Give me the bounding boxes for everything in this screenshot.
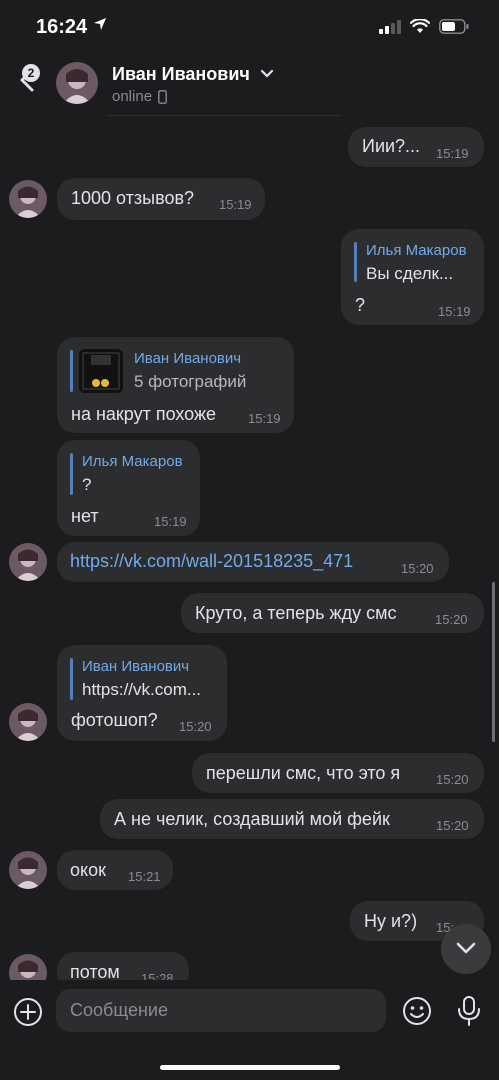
outgoing-message[interactable]: Круто, а теперь жду смс 15:20 (181, 593, 484, 633)
reply-bar (70, 453, 73, 495)
incoming-message[interactable]: 1000 отзывов? 15:19 (57, 178, 265, 220)
scrollbar[interactable] (492, 582, 495, 742)
incoming-message[interactable]: Илья Макаров ? нет 15:19 (57, 440, 200, 536)
message-text: перешли смс, что это я (206, 763, 401, 783)
reply-author: Илья Макаров (82, 453, 183, 470)
reply-text: 5 фотографий (134, 372, 247, 391)
message-time: 15:19 (219, 197, 252, 212)
reply-author: Илья Макаров (366, 242, 467, 259)
status-bar: 16:24 (0, 0, 499, 56)
message-text: нет (71, 506, 99, 526)
message-text: Круто, а теперь жду смс (195, 603, 397, 623)
message-input[interactable] (56, 989, 386, 1032)
message-text: Ну и?) (364, 911, 418, 931)
message-text: потом (70, 962, 120, 980)
home-indicator (160, 1065, 340, 1070)
avatar[interactable] (9, 543, 47, 581)
phone-icon (158, 90, 167, 104)
chevron-down-icon (456, 942, 476, 954)
avatar[interactable] (9, 954, 47, 980)
message-text: на накрут похоже (71, 404, 217, 424)
reply-author: Иван Иванович (82, 658, 190, 675)
incoming-message[interactable]: Иван Иванович 5 фотографий на накрут пох… (57, 337, 294, 433)
wifi-icon (410, 19, 430, 33)
message-clip: потом 15:28 (0, 940, 499, 980)
incoming-message[interactable]: Иван Иванович https://vk.com... фотошоп?… (57, 645, 227, 741)
outgoing-message[interactable]: Иии?... 15:19 (348, 127, 484, 167)
message-text: Иии?... (362, 136, 421, 156)
incoming-message[interactable]: потом 15:28 (57, 952, 189, 980)
reply-bar (354, 242, 357, 282)
message-time: 15:20 (401, 561, 434, 576)
unread-badge: 2 (22, 64, 40, 82)
chevron-down-icon[interactable] (260, 66, 274, 80)
message-time: 15:19 (438, 304, 471, 319)
message-text: А не челик, создавший мой фейк (114, 809, 390, 829)
message-time: 15:20 (436, 772, 469, 787)
contact-status: online (112, 88, 153, 105)
scroll-down-button[interactable] (441, 924, 491, 974)
message-time: 15:28 (141, 971, 174, 980)
reply-text: Вы сделк... (366, 264, 454, 283)
message-text: окок (70, 860, 106, 880)
plus-icon[interactable] (13, 997, 43, 1027)
message-link[interactable]: https://vk.com/wall-201518235_471 (70, 551, 353, 572)
avatar[interactable] (9, 703, 47, 741)
reply-author: Иван Иванович (134, 350, 242, 367)
reply-text: ? (82, 475, 92, 494)
incoming-message[interactable]: окок 15:21 (57, 850, 173, 890)
avatar[interactable] (56, 62, 98, 104)
avatar[interactable] (9, 180, 47, 218)
message-time: 15:21 (128, 869, 161, 884)
message-text: ? (355, 295, 366, 315)
battery-icon (439, 19, 469, 34)
message-time: 15:20 (179, 719, 212, 734)
message-time: 15:20 (436, 818, 469, 833)
reply-bar (70, 350, 73, 392)
outgoing-message[interactable]: Илья Макаров Вы сделк... ? 15:19 (341, 229, 484, 325)
status-time: 16:24 (36, 16, 88, 38)
outgoing-message[interactable]: перешли смс, что это я 15:20 (192, 753, 484, 793)
message-text: фотошоп? (71, 710, 158, 730)
reply-bar (70, 658, 73, 700)
message-time: 15:20 (435, 612, 468, 627)
outgoing-message[interactable]: А не челик, создавший мой фейк 15:20 (100, 799, 484, 839)
incoming-message[interactable]: https://vk.com/wall-201518235_471 15:20 (57, 542, 449, 582)
emoji-icon[interactable] (402, 996, 432, 1026)
message-text: 1000 отзывов? (71, 188, 195, 208)
contact-name[interactable]: Иван Иванович (112, 64, 250, 85)
reply-thumbnail (79, 349, 123, 393)
avatar[interactable] (9, 851, 47, 889)
mic-icon[interactable] (456, 995, 482, 1027)
message-time: 15:19 (154, 514, 187, 529)
cellular-signal-icon (379, 19, 401, 34)
message-time: 15:19 (248, 411, 281, 426)
header-divider (108, 115, 340, 116)
reply-text: https://vk.com... (82, 680, 202, 699)
message-time: 15:19 (436, 146, 469, 161)
location-arrow-icon (94, 18, 106, 30)
